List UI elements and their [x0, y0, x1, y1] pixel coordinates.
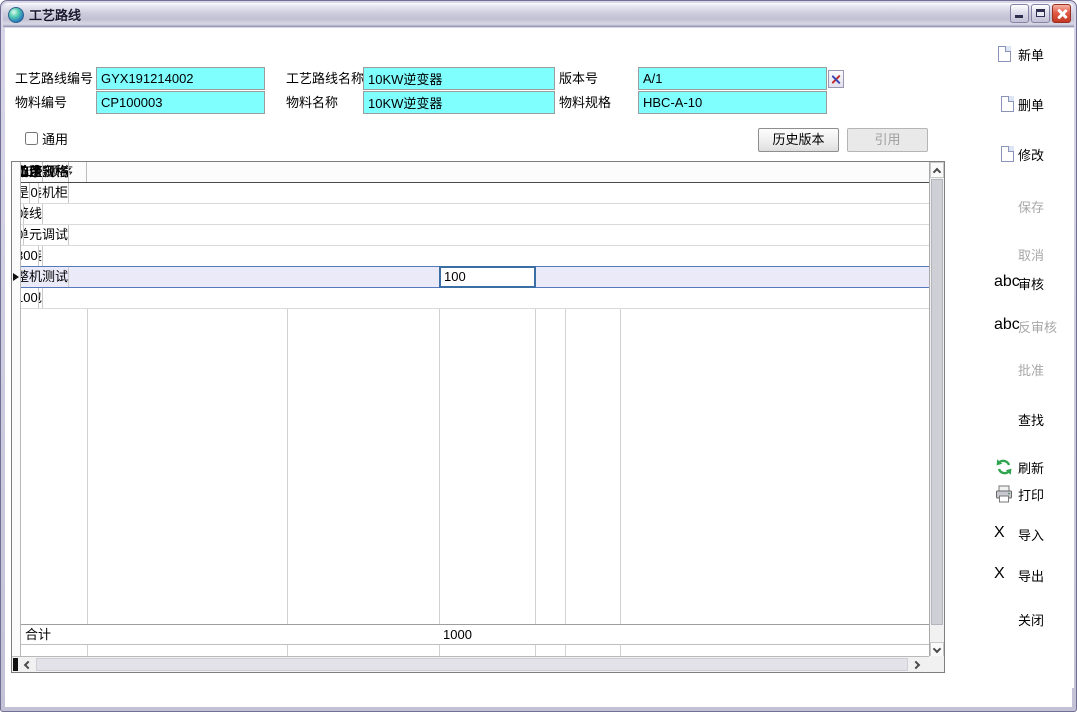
minimize-button[interactable]	[1010, 4, 1029, 23]
print-button[interactable]: 打印	[994, 483, 1044, 505]
excel-export-icon: X	[994, 565, 1015, 585]
material-code-label: 物料编号	[15, 92, 67, 114]
window-title: 工艺路线	[29, 5, 81, 24]
vertical-scroll-thumb[interactable]	[931, 179, 943, 625]
table-row[interactable]: 1 安装机柜 500 是	[12, 183, 929, 204]
close-door-icon	[994, 609, 1015, 629]
general-checkbox-label: 通用	[42, 129, 68, 148]
active-row-pointer-icon	[13, 273, 19, 281]
title-bar[interactable]: 工艺路线	[3, 3, 1074, 27]
scroll-left-button[interactable]	[20, 658, 36, 672]
audit-button[interactable]: abc 审核	[994, 272, 1044, 294]
total-row: 合计 1000	[12, 624, 929, 645]
chevron-up-icon	[933, 168, 941, 176]
find-magnifier-icon	[994, 409, 1015, 429]
table-row[interactable]: 4 组装 300	[12, 246, 929, 267]
scroll-right-button[interactable]	[911, 658, 927, 672]
maximize-icon	[1036, 9, 1045, 17]
route-name-input[interactable]	[363, 67, 555, 90]
general-checkbox[interactable]	[25, 132, 38, 145]
unaudit-abc-icon: abc	[994, 316, 1015, 336]
scroll-up-button[interactable]	[930, 162, 944, 178]
version-input[interactable]	[638, 67, 827, 90]
chevron-down-icon	[933, 645, 941, 653]
horizontal-scroll-thumb[interactable]	[36, 658, 908, 671]
material-name-label: 物料名称	[286, 92, 338, 114]
close-button[interactable]	[1052, 4, 1071, 23]
import-button[interactable]: X 导入	[994, 523, 1044, 545]
maximize-button[interactable]	[1031, 4, 1050, 23]
export-button[interactable]: X 导出	[994, 564, 1044, 586]
price-cell-editor[interactable]: 100	[439, 266, 536, 288]
material-spec-label: 物料规格	[559, 92, 611, 114]
refresh-button[interactable]: 刷新	[994, 456, 1044, 478]
client-area: 工艺路线编号 工艺路线名称 版本号 物料编号 物料名称 物料规格 通用 历史版本…	[5, 28, 1072, 707]
save-folder-icon	[994, 196, 1015, 216]
cancel-folder-icon	[994, 244, 1015, 264]
action-toolbar: 新单 删单 修改 保存 取消	[986, 28, 1074, 688]
chevron-left-icon	[24, 661, 32, 669]
process-grid: 工艺顺序 工序名称 工艺规格 单价 选用 备注 1	[11, 161, 945, 673]
new-button[interactable]: 新单	[994, 43, 1044, 65]
new-doc-icon	[994, 44, 1015, 64]
total-price: 1000	[439, 625, 535, 645]
grid-header: 工艺顺序 工序名称 工艺规格 单价 选用 备注	[12, 162, 929, 183]
vertical-scrollbar[interactable]	[929, 162, 944, 658]
delete-button[interactable]: 删单	[994, 93, 1044, 115]
audit-abc-check-icon: abc	[994, 273, 1015, 293]
delete-doc-icon	[994, 94, 1015, 114]
modify-button[interactable]: 修改	[994, 143, 1044, 165]
minimize-icon	[1015, 15, 1023, 18]
approve-icon	[994, 359, 1015, 379]
print-icon	[994, 484, 1015, 504]
material-code-input[interactable]	[96, 91, 265, 114]
route-code-label: 工艺路线编号	[15, 68, 93, 90]
edit-doc-icon	[994, 144, 1015, 164]
approve-button: 批准	[994, 358, 1044, 380]
find-button[interactable]: 查找	[994, 408, 1044, 430]
version-clear-button[interactable]	[828, 70, 844, 88]
chevron-right-icon	[912, 661, 920, 669]
window-frame: 工艺路线 工艺路线编号 工艺路线名称 版本号 物料编号 物料名称 物料规格	[0, 0, 1077, 712]
scrollbar-corner	[929, 656, 944, 672]
cancel-button: 取消	[994, 243, 1044, 265]
material-name-input[interactable]	[363, 91, 555, 114]
excel-import-icon: X	[994, 524, 1015, 544]
app-globe-icon	[8, 7, 24, 23]
thumb-up-status-icon	[5, 28, 1072, 52]
process-route-window: 工艺路线 工艺路线编号 工艺路线名称 版本号 物料编号 物料名称 物料规格	[0, 0, 1077, 712]
table-row[interactable]: 2 接线 0	[12, 204, 929, 225]
horizontal-scrollbar[interactable]	[12, 656, 929, 672]
route-name-label: 工艺路线名称	[286, 68, 364, 90]
close-form-button[interactable]: 关闭	[994, 608, 1044, 630]
table-row-selected[interactable]: 5 整机测试 100	[12, 266, 929, 288]
general-checkbox-wrap: 通用	[25, 129, 68, 148]
unaudit-button: abc 反审核	[994, 315, 1057, 337]
table-row[interactable]: 6 打包 100	[12, 288, 929, 309]
window-controls	[1010, 4, 1071, 23]
reference-button: 引用	[847, 128, 928, 152]
route-code-input[interactable]	[96, 67, 265, 90]
history-version-button[interactable]: 历史版本	[758, 128, 839, 152]
total-label: 合计	[21, 625, 87, 645]
refresh-icon	[994, 457, 1015, 477]
splitter-grip[interactable]	[13, 658, 18, 671]
save-button: 保存	[994, 195, 1044, 217]
material-spec-input[interactable]	[638, 91, 827, 114]
table-row[interactable]: 3 单元调试 0	[12, 225, 929, 246]
version-label: 版本号	[559, 68, 598, 90]
row-indicator-column	[12, 162, 21, 656]
